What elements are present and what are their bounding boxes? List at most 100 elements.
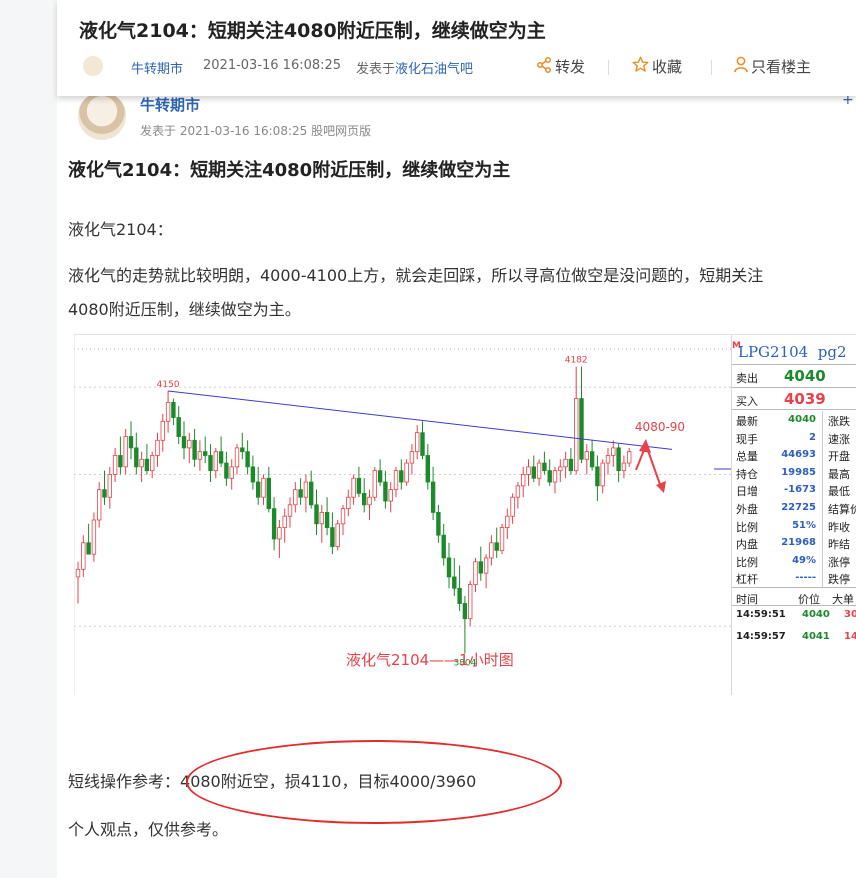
chart-caption: 液化气2104——1小时图: [346, 651, 514, 669]
candle-up: [409, 451, 415, 464]
buy-label: 买入: [736, 395, 758, 408]
author-link[interactable]: 牛转期市: [131, 58, 183, 77]
post-title: 液化气2104：短期关注4080附近压制，继续做空为主: [68, 160, 511, 181]
candle-up: [499, 527, 505, 551]
quote-row-value: 21968: [781, 537, 816, 549]
only-owner-label: 只看楼主: [751, 58, 812, 76]
candle-down: [377, 470, 383, 483]
quote-row-label: 杠杆: [736, 573, 758, 587]
quote-row-label: 持仓: [736, 467, 758, 481]
sticky-title-bar: 液化气2104：短期关注4080附近压制，继续做空为主 牛转期市 2021-03…: [57, 0, 856, 96]
star-icon: [632, 56, 649, 77]
candle-up: [197, 451, 203, 460]
post-author-name[interactable]: 牛转期市: [140, 94, 200, 115]
candle-down: [595, 466, 600, 487]
candle-up: [123, 436, 128, 468]
candle-down: [457, 587, 462, 604]
candle-down: [494, 542, 499, 551]
candle-up: [229, 466, 234, 479]
candle-down: [255, 481, 261, 498]
candle-down: [171, 401, 176, 418]
candle-down: [430, 481, 436, 513]
quote-row-label: 比例: [736, 555, 758, 569]
post-time: 2021-03-16 16:08:25: [203, 58, 342, 73]
only-owner-button[interactable]: 只看楼主: [734, 56, 811, 77]
candle-down: [399, 470, 404, 483]
candle-up: [234, 447, 240, 468]
trade-vol: 30: [844, 609, 856, 620]
candle-down: [462, 603, 468, 620]
published-prefix: 发表于: [356, 62, 396, 77]
quote-row-value: 19985: [781, 466, 816, 478]
share-icon: [536, 56, 552, 77]
candle-up: [483, 557, 489, 574]
candle-down: [224, 462, 229, 479]
share-button[interactable]: 转发: [536, 56, 585, 77]
candle-up: [563, 458, 568, 468]
candle-down: [420, 432, 425, 456]
quote-row-label: 总量: [736, 450, 758, 464]
collect-label: 收藏: [652, 58, 683, 76]
candle-up: [584, 451, 589, 460]
quote-row-label2: 结算价: [828, 503, 856, 516]
candle-up: [388, 489, 393, 502]
candle-down: [208, 455, 213, 472]
candle-down: [446, 557, 452, 578]
high-price-label: 4150: [157, 380, 180, 390]
paragraph-intro: 液化气2104：: [68, 220, 173, 239]
candle-down: [330, 527, 335, 547]
trade-vol: 14: [844, 631, 856, 642]
candle-down: [425, 455, 430, 483]
quote-row-label: 现手: [736, 432, 758, 446]
quote-row-value: 49%: [792, 554, 816, 566]
quote-row-value: 2: [809, 431, 816, 443]
post-meta: 发表于 2021-03-16 16:08:25 股吧网页版: [140, 124, 372, 138]
candle-down: [547, 470, 552, 483]
candle-up: [187, 439, 192, 449]
collect-button[interactable]: 收藏: [632, 56, 682, 77]
candle-down: [102, 489, 107, 498]
sell-label: 卖出: [736, 372, 758, 385]
disclaimer: 个人观点，仅供参考。: [68, 820, 229, 839]
paragraph-analysis-line2: 4080附近压制，继续做空为主。: [68, 300, 301, 319]
trade-time: 14:59:51: [736, 609, 786, 620]
quote-row-label2: 昨收: [828, 520, 850, 534]
candle-down: [181, 436, 187, 449]
ops-label: 短线操作参考：: [68, 772, 181, 791]
candle-up: [277, 527, 282, 540]
author-avatar-small[interactable]: [83, 56, 103, 76]
candle-up: [107, 474, 112, 498]
trade-time: 14:59:57: [736, 631, 786, 642]
candle-up: [367, 496, 372, 506]
share-label: 转发: [555, 58, 586, 76]
candle-down: [298, 489, 303, 498]
candle-down: [250, 466, 256, 483]
candle-up: [287, 504, 293, 517]
candle-down: [314, 504, 319, 525]
quote-row-label2: 涨跌: [828, 415, 850, 428]
candle-up: [261, 477, 266, 498]
quote-row-value: 22725: [781, 502, 816, 513]
candle-down: [240, 447, 245, 453]
quote-row-label: 比例: [736, 520, 758, 534]
candle-up: [510, 496, 515, 517]
candle-down: [86, 542, 91, 555]
candle-down: [202, 451, 208, 456]
quote-row-label: 最新: [736, 415, 758, 428]
quote-row-label2: 昨结: [828, 538, 850, 552]
candle-down: [266, 477, 271, 510]
candle-up: [165, 401, 171, 422]
candle-up: [96, 489, 102, 521]
author-avatar[interactable]: [78, 92, 126, 140]
candle-down: [134, 447, 139, 468]
target-zone-label: 4080-90: [635, 420, 685, 434]
candle-down: [356, 477, 362, 494]
peak-price-label: 4182: [565, 356, 588, 366]
forum-link[interactable]: 液化石油气吧: [395, 62, 473, 77]
published-in: 发表于液化石油气吧: [356, 58, 473, 77]
sticky-title: 液化气2104：短期关注4080附近压制，继续做空为主: [79, 20, 546, 42]
candle-down: [118, 455, 123, 468]
quote-row-value: -1673: [784, 484, 816, 496]
candle-up: [319, 512, 324, 525]
candle-down: [324, 512, 330, 528]
